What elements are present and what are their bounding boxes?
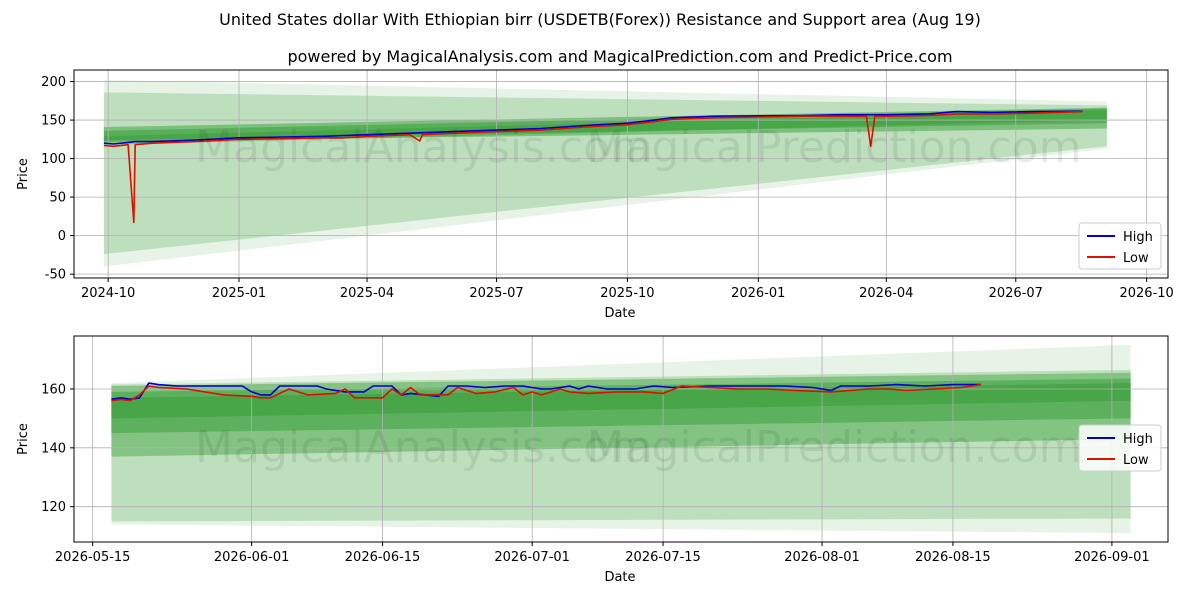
y-tick-label: 0 [58,229,66,244]
y-axis-label: Price [16,423,31,455]
watermark-text: MagicalPrediction.com [587,122,1082,173]
y-tick-label: 200 [41,75,66,90]
figure: United States dollar With Ethiopian birr… [16,10,1174,585]
x-tick-label: 2025-07 [469,286,523,301]
x-axis-label: Date [604,570,635,585]
x-tick-label: 2026-07-15 [625,550,701,565]
y-tick-label: 120 [41,500,66,515]
legend: High Low [1078,222,1162,270]
x-tick-label: 2026-10 [1119,286,1173,301]
y-tick-label: 160 [41,382,66,397]
watermark-text: MagicalPrediction.com [587,422,1082,473]
x-tick-label: 2025-04 [340,286,394,301]
x-tick-label: 2026-07-01 [494,550,570,565]
x-tick-label: 2025-10 [600,286,654,301]
legend-label-low: Low [1123,251,1149,266]
x-tick-label: 2024-10 [81,286,135,301]
x-tick-label: 2026-05-15 [55,550,131,565]
x-tick-label: 2025-01 [212,286,266,301]
y-tick-label: 150 [41,114,66,129]
plot-area [74,70,1168,278]
legend: High Low [1078,424,1162,472]
y-tick-label: 50 [49,191,66,206]
x-tick-label: 2026-01 [731,286,785,301]
chart-subtitle: powered by MagicalAnalysis.com and Magic… [287,47,952,66]
legend-label-high: High [1123,230,1153,245]
y-tick-label: -50 [45,268,66,283]
x-tick-label: 2026-07 [989,286,1043,301]
legend-label-high: High [1123,432,1153,447]
x-tick-label: 2026-09-01 [1074,550,1150,565]
y-tick-label: 100 [41,152,66,167]
y-tick-label: 140 [41,441,66,456]
x-tick-label: 2026-08-15 [915,550,991,565]
x-tick-label: 2026-08-01 [784,550,860,565]
bottom-chart-panel: MagicalAnalysis.comMagicalPrediction.com… [16,335,1169,585]
y-axis-label: Price [16,158,31,190]
top-chart-panel: MagicalAnalysis.comMagicalPrediction.com… [16,69,1174,321]
watermark-text: MagicalAnalysis.com [195,422,653,473]
chart-title: United States dollar With Ethiopian birr… [219,10,981,29]
watermark-text: MagicalAnalysis.com [195,122,653,173]
x-tick-label: 2026-04 [859,286,913,301]
x-axis-label: Date [604,306,635,321]
x-tick-label: 2026-06-01 [214,550,290,565]
legend-label-low: Low [1123,453,1149,468]
x-tick-label: 2026-06-15 [345,550,421,565]
